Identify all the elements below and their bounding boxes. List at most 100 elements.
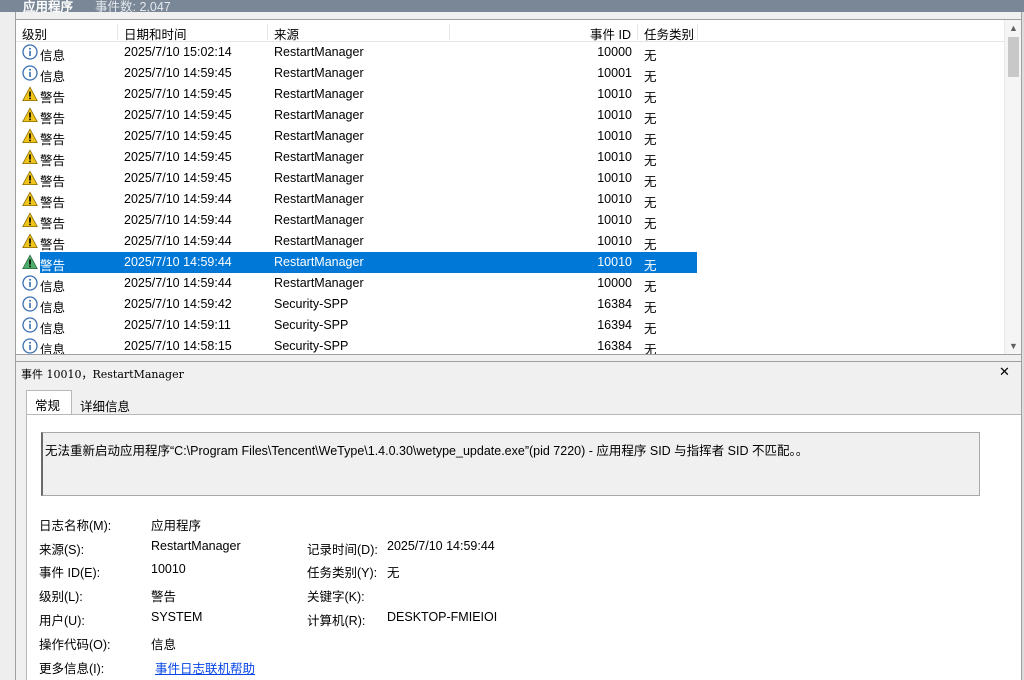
source-cell: RestartManager	[274, 129, 364, 143]
event-id-cell: 10010	[597, 171, 632, 185]
event-id-cell: 10001	[597, 66, 632, 80]
event-detail-title: 事件 10010，RestartManager	[21, 368, 184, 381]
warning-icon	[22, 107, 38, 123]
table-row[interactable]: 警告 2025/7/10 14:59:44 RestartManager 10010 无	[16, 210, 1004, 231]
task-cell: 无	[644, 133, 657, 147]
event-id-value[interactable]: 10010	[151, 562, 186, 576]
level-cell: 警告	[40, 196, 66, 210]
more-info-label: 更多信息(I):	[39, 662, 105, 676]
table-row[interactable]: 信息 2025/7/10 15:02:14 RestartManager 10000 无	[16, 42, 1004, 63]
level-cell: 信息	[40, 70, 66, 84]
source-cell: Security-SPP	[274, 339, 349, 353]
vertical-scrollbar[interactable]: ▲ ▼	[1004, 20, 1021, 354]
list-header: 级别 日期和时间 来源 事件 ID 任务类别	[16, 20, 1004, 42]
table-row[interactable]: 警告 2025/7/10 14:59:44 RestartManager 10010 无	[16, 231, 1004, 252]
close-icon[interactable]: ✕	[999, 364, 1010, 380]
table-row[interactable]: 信息 2025/7/10 14:59:44 RestartManager 10000 无	[16, 273, 1004, 294]
table-row[interactable]: 信息 2025/7/10 14:59:45 RestartManager 10001 无	[16, 63, 1004, 84]
event-id-cell: 10000	[597, 45, 632, 59]
task-cell: 无	[644, 217, 657, 231]
event-id-cell: 10000	[597, 276, 632, 290]
computer-value[interactable]: DESKTOP-FMIEIOI	[387, 610, 497, 624]
source-cell: RestartManager	[274, 234, 364, 248]
table-row[interactable]: 信息 2025/7/10 14:59:11 Security-SPP 16394 无	[16, 315, 1004, 336]
column-header-level[interactable]: 级别	[16, 24, 118, 42]
warning-icon	[22, 233, 38, 249]
scroll-up-icon[interactable]: ▲	[1005, 20, 1021, 36]
source-value[interactable]: RestartManager	[151, 539, 241, 553]
task-cell: 无	[644, 259, 657, 273]
event-message[interactable]: 无法重新启动应用程序“C:\Program Files\Tencent\WeTy…	[41, 432, 980, 496]
scrollbar-thumb[interactable]	[1008, 37, 1019, 77]
task-value[interactable]: 无	[387, 562, 400, 581]
info-icon	[22, 296, 38, 312]
column-header-source[interactable]: 来源	[268, 24, 450, 42]
datetime-cell: 2025/7/10 14:58:15	[124, 339, 232, 353]
log-name-value[interactable]: 应用程序	[151, 515, 201, 534]
info-icon	[22, 338, 38, 354]
table-row[interactable]: 警告 2025/7/10 14:59:45 RestartManager 10010 无	[16, 105, 1004, 126]
task-cell: 无	[644, 238, 657, 252]
column-header-event-id[interactable]: 事件 ID	[450, 24, 638, 42]
task-label: 任务类别(Y):	[307, 566, 378, 580]
level-cell: 警告	[40, 112, 66, 126]
tab-general[interactable]: 常规	[26, 390, 72, 414]
info-icon	[22, 275, 38, 291]
task-cell: 无	[644, 343, 657, 355]
user-value[interactable]: SYSTEM	[151, 610, 202, 624]
source-cell: RestartManager	[274, 213, 364, 227]
event-list[interactable]: 级别 日期和时间 来源 事件 ID 任务类别 信息 2025/7/10 15:02…	[16, 19, 1021, 355]
source-cell: Security-SPP	[274, 297, 349, 311]
datetime-cell: 2025/7/10 14:59:44	[124, 255, 232, 269]
source-cell: RestartManager	[274, 171, 364, 185]
event-id-label: 事件 ID(E):	[39, 566, 101, 580]
datetime-cell: 2025/7/10 14:59:44	[124, 192, 232, 206]
scroll-down-icon[interactable]: ▼	[1005, 338, 1021, 354]
logged-label: 记录时间(D):	[307, 543, 378, 557]
source-cell: RestartManager	[274, 276, 364, 290]
datetime-cell: 2025/7/10 14:59:44	[124, 234, 232, 248]
event-log-online-help-link[interactable]: 事件日志联机帮助	[155, 658, 255, 677]
event-id-cell: 10010	[597, 108, 632, 122]
table-row[interactable]: 警告 2025/7/10 14:59:45 RestartManager 10010 无	[16, 126, 1004, 147]
info-icon	[22, 44, 38, 60]
opcode-label: 操作代码(O):	[39, 638, 111, 652]
source-cell: RestartManager	[274, 66, 364, 80]
level-value[interactable]: 警告	[151, 586, 176, 605]
source-cell: RestartManager	[274, 108, 364, 122]
event-id-cell: 10010	[597, 150, 632, 164]
event-detail-header: 事件 10010，RestartManager ✕	[16, 361, 1021, 383]
table-row[interactable]: 信息 2025/7/10 14:58:15 Security-SPP 16384 无	[16, 336, 1004, 355]
column-header-task[interactable]: 任务类别	[638, 24, 698, 42]
warning-icon	[22, 191, 38, 207]
task-cell: 无	[644, 175, 657, 189]
table-row[interactable]: 警告 2025/7/10 14:59:45 RestartManager 10010 无	[16, 147, 1004, 168]
column-header-datetime[interactable]: 日期和时间	[118, 24, 268, 42]
log-name-label: 日志名称(M):	[39, 519, 112, 533]
event-id-cell: 16384	[597, 297, 632, 311]
level-cell: 信息	[40, 301, 66, 315]
source-cell: RestartManager	[274, 255, 364, 269]
level-cell: 信息	[40, 322, 66, 336]
level-cell: 信息	[40, 343, 66, 355]
table-row[interactable]: 警告 2025/7/10 14:59:44 RestartManager 10010 无	[16, 189, 1004, 210]
table-row[interactable]: 警告 2025/7/10 14:59:45 RestartManager 10010 无	[16, 168, 1004, 189]
level-cell: 警告	[40, 175, 66, 189]
datetime-cell: 2025/7/10 15:02:14	[124, 45, 232, 59]
warning-icon	[22, 86, 38, 102]
table-row-selected[interactable]: 警告 2025/7/10 14:59:44 RestartManager 10010 无	[16, 252, 1004, 273]
datetime-cell: 2025/7/10 14:59:45	[124, 150, 232, 164]
table-row[interactable]: 信息 2025/7/10 14:59:42 Security-SPP 16384 无	[16, 294, 1004, 315]
task-cell: 无	[644, 154, 657, 168]
warning-icon	[22, 149, 38, 165]
opcode-value[interactable]: 信息	[151, 634, 176, 653]
source-cell: RestartManager	[274, 45, 364, 59]
event-rows: 信息 2025/7/10 15:02:14 RestartManager 10000 无…	[16, 42, 1004, 355]
task-cell: 无	[644, 301, 657, 315]
table-row[interactable]: 警告 2025/7/10 14:59:45 RestartManager 10010 无	[16, 84, 1004, 105]
logged-value[interactable]: 2025/7/10 14:59:44	[387, 539, 495, 553]
tab-details[interactable]: 详细信息	[72, 393, 138, 414]
source-cell: RestartManager	[274, 192, 364, 206]
datetime-cell: 2025/7/10 14:59:44	[124, 213, 232, 227]
datetime-cell: 2025/7/10 14:59:45	[124, 171, 232, 185]
